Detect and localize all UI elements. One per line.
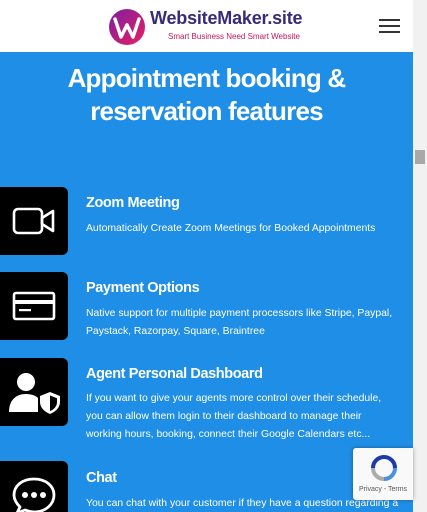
recaptcha-icon [371,455,397,481]
site-header: WebsiteMaker.site Smart Business Need Sm… [0,0,413,52]
feature-icon-tile [0,272,68,340]
logo-name[interactable]: WebsiteMaker.site [150,8,303,29]
user-shield-icon [9,373,60,414]
credit-card-icon [12,291,56,321]
feature-agent-dashboard: Agent Personal Dashboard If you want to … [0,358,413,448]
feature-icon-tile [0,461,68,512]
features-section: Appointment booking & reservation featur… [0,52,413,512]
chat-bubble-icon [12,477,56,512]
feature-title: Payment Options [86,280,200,296]
video-camera-icon [12,207,55,235]
recaptcha-badge[interactable]: Privacy - Terms [353,448,413,500]
feature-chat: Chat You can chat with your customer if … [0,461,413,512]
feature-title: Zoom Meeting [86,195,180,211]
feature-title: Agent Personal Dashboard [86,366,263,382]
scrollbar-thumb[interactable] [415,150,425,164]
recaptcha-links[interactable]: Privacy - Terms [353,486,413,493]
feature-description: If you want to give your agents more con… [86,393,382,440]
logo-w-icon[interactable] [107,7,147,47]
feature-description: Native support for multiple payment proc… [86,308,393,337]
section-heading: Appointment booking & reservation featur… [0,62,413,128]
feature-icon-tile [0,187,68,255]
section-heading-line-2: reservation features [90,96,323,126]
feature-description: Automatically Create Zoom Meetings for B… [86,223,376,234]
logo-tagline: Smart Business Need Smart Website [168,32,300,41]
hamburger-menu-icon[interactable] [379,18,400,34]
section-heading-line-1: Appointment booking & [67,63,347,93]
feature-title: Chat [86,470,117,486]
page-scrollbar[interactable] [413,0,427,512]
feature-icon-tile [0,358,68,426]
feature-zoom-meeting: Zoom Meeting Automatically Create Zoom M… [0,187,413,257]
feature-payment-options: Payment Options Native support for multi… [0,272,413,342]
